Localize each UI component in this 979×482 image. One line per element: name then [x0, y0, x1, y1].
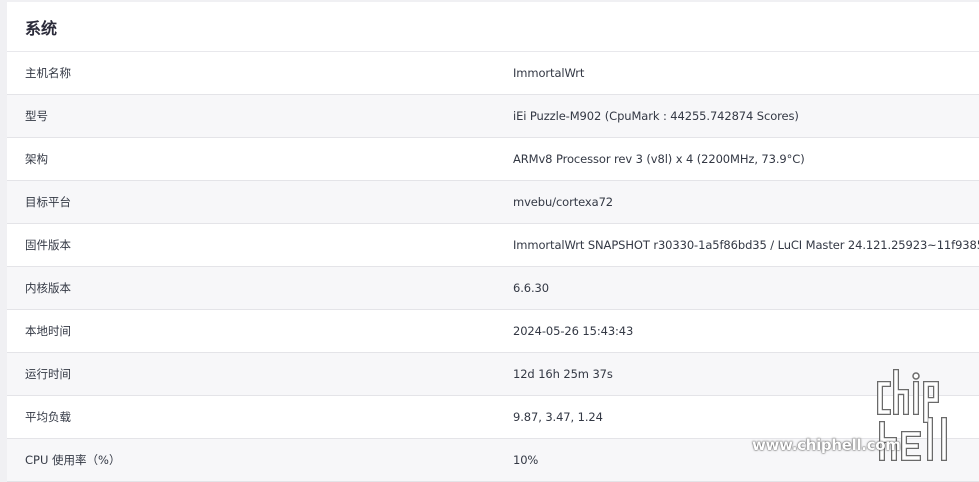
- row-value: iEi Puzzle-M902 (CpuMark : 44255.742874 …: [513, 109, 799, 123]
- row-value: ImmortalWrt SNAPSHOT r30330-1a5f86bd35 /…: [513, 238, 979, 252]
- row-value: 9.87, 3.47, 1.24: [513, 410, 603, 424]
- row-label: 架构: [25, 152, 48, 166]
- row-label: 内核版本: [25, 281, 71, 295]
- row-value: 6.6.30: [513, 281, 549, 295]
- row-uptime: 运行时间 12d 16h 25m 37s: [7, 353, 979, 396]
- row-label: 运行时间: [25, 367, 71, 381]
- row-value: 12d 16h 25m 37s: [513, 367, 613, 381]
- system-status-card: 系统 主机名称 ImmortalWrt 型号 iEi Puzzle-M902 (…: [7, 2, 979, 482]
- row-value: mvebu/cortexa72: [513, 195, 614, 209]
- row-label: 平均负载: [25, 410, 71, 424]
- section-title: 系统: [7, 2, 979, 52]
- row-target-platform: 目标平台 mvebu/cortexa72: [7, 181, 979, 224]
- row-load-average: 平均负载 9.87, 3.47, 1.24: [7, 396, 979, 439]
- row-value: 2024-05-26 15:43:43: [513, 324, 634, 338]
- row-kernel-version: 内核版本 6.6.30: [7, 267, 979, 310]
- row-label: 主机名称: [25, 66, 71, 80]
- row-local-time: 本地时间 2024-05-26 15:43:43: [7, 310, 979, 353]
- row-label: CPU 使用率（%）: [25, 453, 121, 467]
- row-value: ARMv8 Processor rev 3 (v8l) x 4 (2200MHz…: [513, 152, 805, 166]
- row-label: 目标平台: [25, 195, 71, 209]
- row-value: ImmortalWrt: [513, 66, 585, 80]
- row-architecture: 架构 ARMv8 Processor rev 3 (v8l) x 4 (2200…: [7, 138, 979, 181]
- row-model: 型号 iEi Puzzle-M902 (CpuMark : 44255.7428…: [7, 95, 979, 138]
- row-label: 本地时间: [25, 324, 71, 338]
- row-hostname: 主机名称 ImmortalWrt: [7, 52, 979, 95]
- row-firmware-version: 固件版本 ImmortalWrt SNAPSHOT r30330-1a5f86b…: [7, 224, 979, 267]
- row-cpu-usage: CPU 使用率（%） 10%: [7, 439, 979, 482]
- row-label: 固件版本: [25, 238, 71, 252]
- row-label: 型号: [25, 109, 48, 123]
- row-value: 10%: [513, 453, 539, 467]
